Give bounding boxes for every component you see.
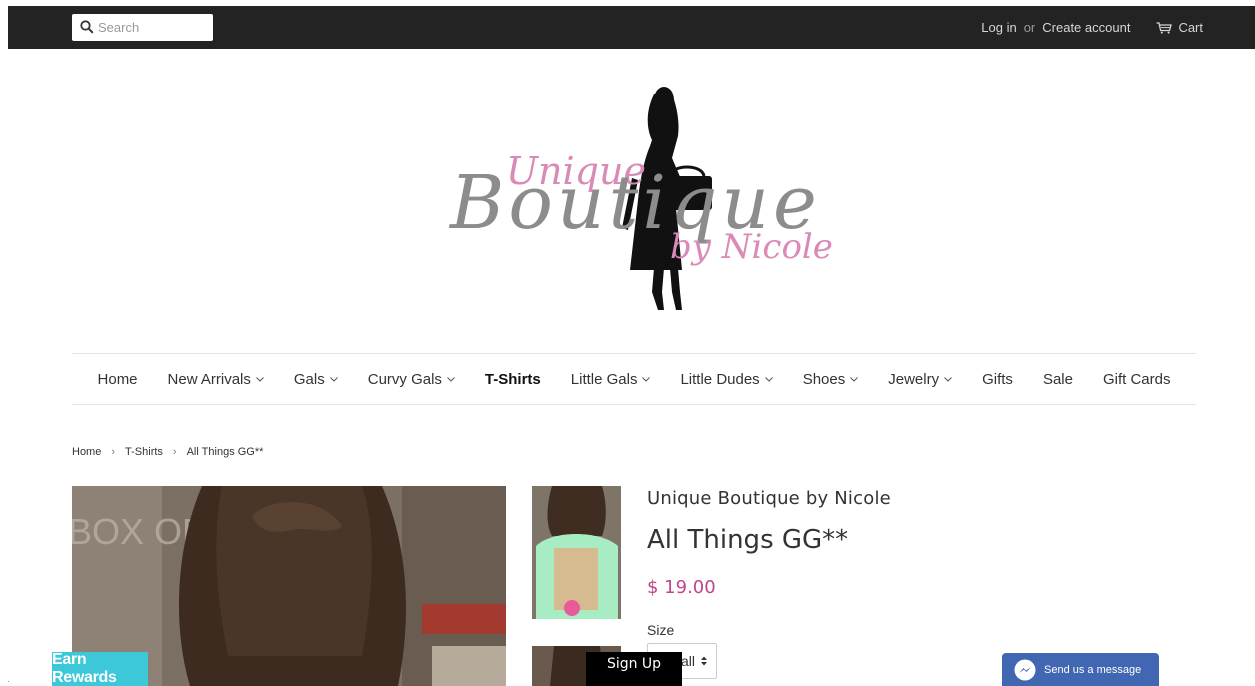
- product-vendor[interactable]: Unique Boutique by Nicole: [647, 488, 891, 509]
- messenger-icon: [1014, 659, 1036, 680]
- nav-item-curvy-gals[interactable]: Curvy Gals: [368, 371, 455, 388]
- nav-item-label: New Arrivals: [167, 370, 251, 388]
- nav-item-new-arrivals[interactable]: New Arrivals: [168, 371, 264, 388]
- nav-item-gals[interactable]: Gals: [294, 371, 338, 388]
- nav-item-shoes[interactable]: Shoes: [803, 371, 859, 388]
- create-account-link[interactable]: Create account: [1042, 20, 1130, 35]
- nav-item-t-shirts[interactable]: T-Shirts: [485, 371, 541, 388]
- nav-item-label: Jewelry: [888, 370, 940, 388]
- nav-item-home[interactable]: Home: [98, 371, 138, 388]
- cart-label: Cart: [1178, 20, 1203, 35]
- login-link[interactable]: Log in: [981, 20, 1016, 35]
- nav-item-sale[interactable]: Sale: [1043, 371, 1073, 388]
- earn-rewards-button[interactable]: Earn Rewards: [52, 651, 148, 686]
- cart-icon: [1156, 21, 1173, 34]
- breadcrumb-current: All Things GG**: [186, 446, 264, 458]
- nav-item-little-dudes[interactable]: Little Dudes: [680, 370, 773, 388]
- chevron-down-icon: [850, 376, 859, 382]
- nav-item-label: Home: [97, 370, 138, 388]
- product-thumbnail[interactable]: [532, 486, 621, 619]
- nav-item-gifts[interactable]: Gifts: [982, 371, 1013, 388]
- logo-nicole-text: by Nicole: [670, 227, 833, 267]
- page-marker: [8, 681, 9, 682]
- nav-item-label: Gifts: [982, 370, 1013, 388]
- chevron-down-icon: [256, 376, 264, 382]
- chevron-down-icon: [329, 376, 338, 382]
- nav-item-label: Shoes: [802, 370, 846, 388]
- breadcrumb: Home › T-Shirts › All Things GG**: [72, 446, 263, 458]
- nav-item-label: Gift Cards: [1102, 370, 1171, 388]
- product-price: $ 19.00: [647, 577, 716, 598]
- cart-link[interactable]: Cart: [1156, 20, 1203, 35]
- chevron-down-icon: [764, 376, 773, 382]
- or-text: or: [1023, 20, 1036, 35]
- chevron-down-icon: [447, 376, 455, 382]
- nav-item-jewelry[interactable]: Jewelry: [888, 371, 952, 388]
- main-navigation: Home New Arrivals Gals Curvy Gals T-Shirts Li…: [72, 353, 1196, 405]
- nav-item-label: Little Dudes: [680, 370, 760, 388]
- sign-up-button[interactable]: Sign Up: [586, 652, 682, 686]
- breadcrumb-home[interactable]: Home: [72, 446, 101, 458]
- messenger-label: Send us a message: [1044, 663, 1142, 676]
- nav-item-label: T-Shirts: [484, 370, 541, 388]
- breadcrumb-separator: ›: [172, 446, 177, 458]
- nav-item-label: Gals: [293, 370, 325, 388]
- product-title: All Things GG**: [647, 525, 849, 555]
- nav-item-label: Curvy Gals: [367, 370, 442, 388]
- nav-item-gift-cards[interactable]: Gift Cards: [1103, 371, 1171, 388]
- search-input[interactable]: [98, 14, 210, 41]
- nav-item-label: Sale: [1042, 370, 1073, 388]
- select-arrows-icon: [701, 656, 707, 666]
- account-links: Log in or Create account Cart: [981, 20, 1203, 35]
- breadcrumb-separator: ›: [111, 446, 116, 458]
- nav-item-little-gals[interactable]: Little Gals: [571, 371, 651, 388]
- search-box[interactable]: [72, 14, 213, 41]
- search-icon: [80, 20, 94, 34]
- nav-item-label: Little Gals: [570, 370, 638, 388]
- messenger-chat-button[interactable]: Send us a message: [1002, 653, 1159, 686]
- chevron-down-icon: [642, 376, 651, 382]
- chevron-down-icon: [944, 376, 952, 382]
- breadcrumb-collection[interactable]: T-Shirts: [125, 446, 163, 458]
- store-logo[interactable]: Unique Boutique by Nicole: [440, 80, 840, 320]
- top-bar: Log in or Create account Cart: [8, 6, 1255, 49]
- size-label: Size: [647, 622, 675, 638]
